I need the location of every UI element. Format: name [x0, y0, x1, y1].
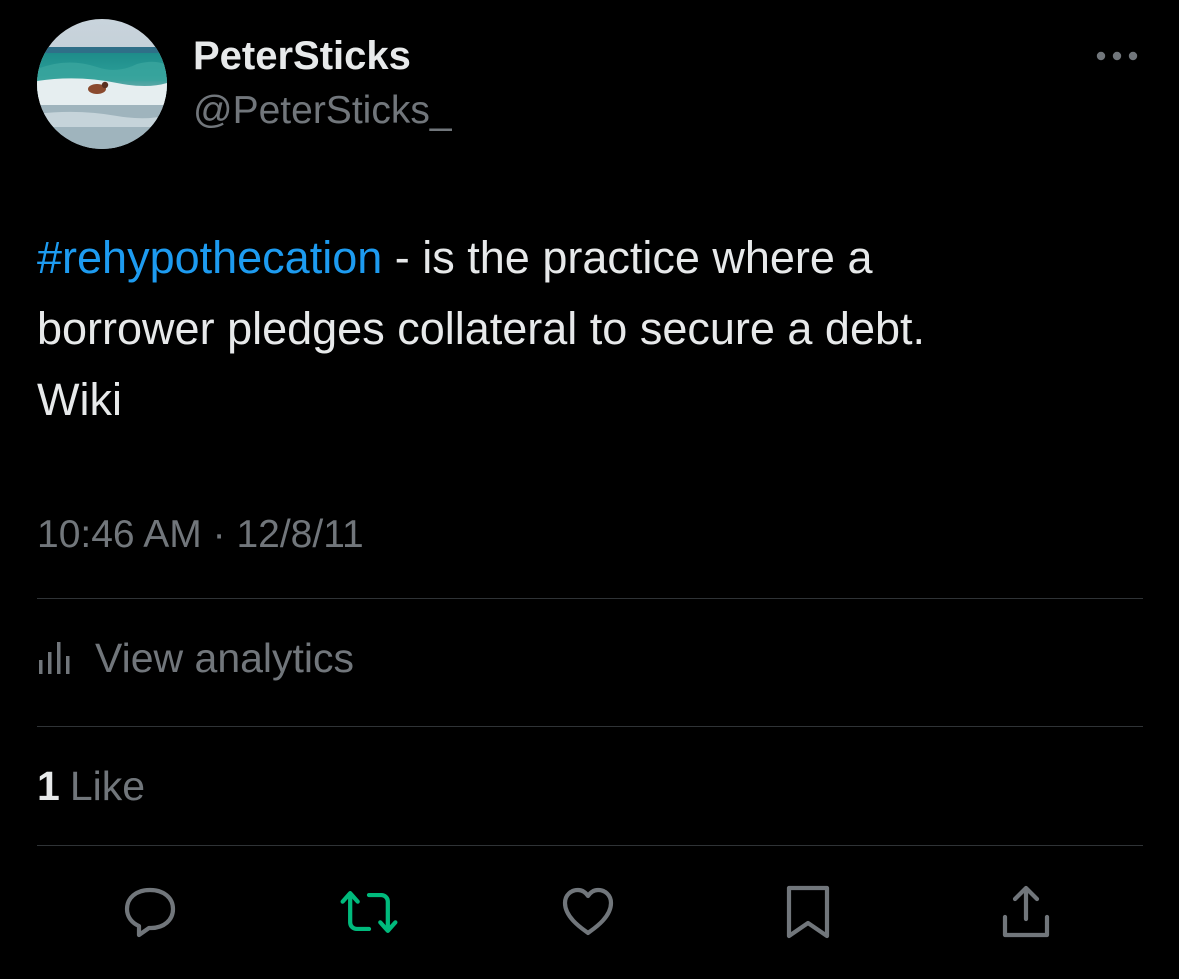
- bar-chart-icon: [39, 642, 70, 674]
- tweet-time[interactable]: 10:46 AM: [37, 513, 202, 556]
- author-handle[interactable]: @PeterSticks_: [193, 89, 452, 133]
- divider: [37, 845, 1143, 846]
- likes-count-link[interactable]: 1 Like: [37, 763, 145, 810]
- more-horizontal-icon: [1096, 51, 1138, 61]
- avatar-image: [37, 19, 167, 149]
- meta-separator: ·: [212, 513, 226, 556]
- divider: [37, 598, 1143, 599]
- reply-button[interactable]: [118, 880, 182, 944]
- reply-icon: [124, 887, 176, 938]
- view-analytics-label: View analytics: [95, 634, 355, 681]
- author-display-name[interactable]: PeterSticks: [193, 34, 411, 79]
- view-analytics-link[interactable]: View analytics: [37, 630, 354, 686]
- bookmark-button[interactable]: [776, 880, 840, 944]
- heart-icon: [562, 887, 614, 936]
- tweet-detail: PeterSticks @PeterSticks_ #rehypothecati…: [0, 0, 1179, 979]
- retweet-button[interactable]: [337, 880, 401, 944]
- more-options-button[interactable]: [1094, 42, 1140, 70]
- share-icon: [1002, 885, 1050, 938]
- tweet-text-line2: borrower pledges collateral to secure a …: [37, 303, 926, 354]
- tweet-text-line1: - is the practice where a: [382, 232, 873, 283]
- tweet-text: #rehypothecation - is the practice where…: [37, 222, 1137, 435]
- retweet-icon: [340, 891, 398, 933]
- hashtag-link[interactable]: #rehypothecation: [37, 232, 382, 283]
- author-avatar[interactable]: [37, 19, 167, 149]
- tweet-timestamp: 10:46 AM · 12/8/11: [37, 513, 364, 557]
- bookmark-icon: [786, 885, 830, 939]
- likes-count: 1: [37, 763, 60, 809]
- like-button[interactable]: [556, 880, 620, 944]
- tweet-date[interactable]: 12/8/11: [236, 513, 363, 556]
- share-button[interactable]: [994, 880, 1058, 944]
- likes-label: Like: [69, 763, 146, 809]
- divider: [37, 726, 1143, 727]
- tweet-text-line3: Wiki: [37, 374, 122, 425]
